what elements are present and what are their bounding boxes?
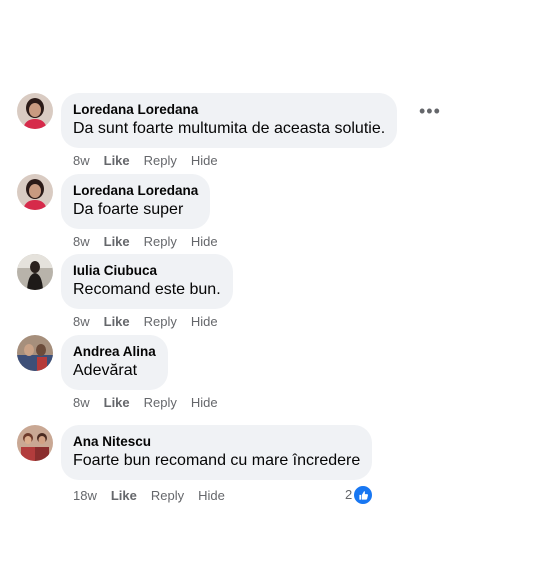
comment-timestamp[interactable]: 18w <box>73 488 97 504</box>
reply-button[interactable]: Reply <box>144 395 177 411</box>
hide-button[interactable]: Hide <box>191 395 218 411</box>
hide-button[interactable]: Hide <box>198 488 225 504</box>
comment-text: Da sunt foarte multumita de aceasta solu… <box>73 120 386 137</box>
like-button[interactable]: Like <box>111 488 137 504</box>
avatar[interactable] <box>17 335 53 371</box>
comment-text: Adevărat <box>73 362 138 379</box>
comment-actions: 8w Like Reply Hide <box>73 153 232 169</box>
like-button[interactable]: Like <box>104 314 130 330</box>
comment-author[interactable]: Ana Nitescu <box>73 433 360 450</box>
comment-author[interactable]: Iulia Ciubuca <box>73 262 221 279</box>
comment-timestamp[interactable]: 8w <box>73 395 90 411</box>
reply-button[interactable]: Reply <box>151 488 184 504</box>
avatar[interactable] <box>17 425 53 461</box>
thumbs-up-icon <box>353 485 374 505</box>
reply-button[interactable]: Reply <box>144 234 177 250</box>
reply-button[interactable]: Reply <box>144 314 177 330</box>
like-button[interactable]: Like <box>104 395 130 411</box>
comment-timestamp[interactable]: 8w <box>73 234 90 250</box>
comment-bubble: Andrea Alina Adevărat <box>61 335 168 390</box>
hide-button[interactable]: Hide <box>191 234 218 250</box>
like-button[interactable]: Like <box>104 234 130 250</box>
comment-timestamp[interactable]: 8w <box>73 153 90 169</box>
comment-timestamp[interactable]: 8w <box>73 314 90 330</box>
reaction-summary[interactable]: 2 <box>345 485 374 505</box>
reaction-count: 2 <box>345 487 353 502</box>
like-button[interactable]: Like <box>104 153 130 169</box>
reply-button[interactable]: Reply <box>144 153 177 169</box>
avatar[interactable] <box>17 174 53 210</box>
comment-actions: 18w Like Reply Hide <box>73 488 239 504</box>
hide-button[interactable]: Hide <box>191 314 218 330</box>
comment-bubble: Loredana Loredana Da sunt foarte multumi… <box>61 93 398 148</box>
comment-actions: 8w Like Reply Hide <box>73 395 232 411</box>
comment-actions: 8w Like Reply Hide <box>73 314 232 330</box>
comment-author[interactable]: Andrea Alina <box>73 343 156 360</box>
comment-bubble: Ana Nitescu Foarte bun recomand cu mare … <box>61 425 373 480</box>
avatar[interactable] <box>17 93 53 129</box>
comment-author[interactable]: Loredana Loredana <box>73 182 198 199</box>
comment-bubble: Loredana Loredana Da foarte super <box>61 174 211 229</box>
comment-text: Da foarte super <box>73 201 184 218</box>
avatar[interactable] <box>17 254 53 290</box>
comment-author[interactable]: Loredana Loredana <box>73 101 385 118</box>
hide-button[interactable]: Hide <box>191 153 218 169</box>
comment-actions: 8w Like Reply Hide <box>73 234 232 250</box>
comment-bubble: Iulia Ciubuca Recomand este bun. <box>61 254 233 309</box>
comment-text: Recomand este bun. <box>73 281 221 298</box>
more-options-icon[interactable]: ••• <box>419 102 441 120</box>
comment-text: Foarte bun recomand cu mare încredere <box>73 452 361 469</box>
